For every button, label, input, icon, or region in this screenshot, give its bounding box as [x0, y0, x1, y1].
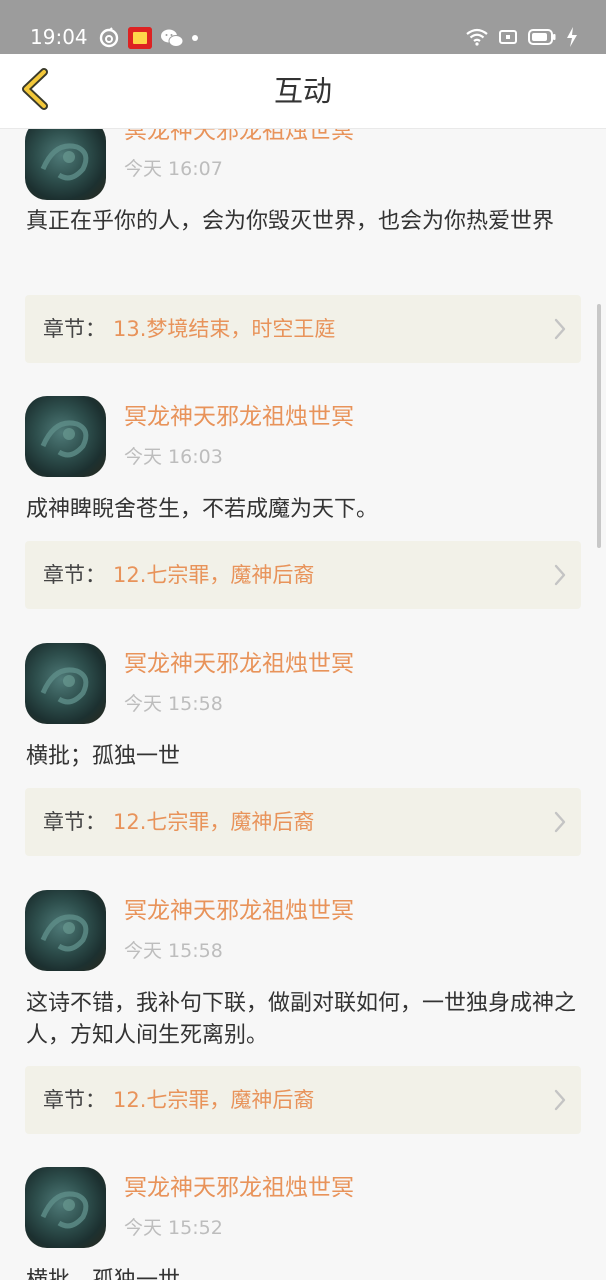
battery-icon [528, 28, 556, 46]
chapter-link[interactable]: 章节： 12.七宗罪，魔神后裔 [25, 541, 581, 609]
nav-bar: 互动 [0, 54, 606, 129]
notification-dot-icon [192, 35, 198, 41]
chapter-title: 12.七宗罪，魔神后裔 [113, 810, 315, 834]
username[interactable]: 冥龙神天邪龙祖烛世冥 [124, 129, 354, 146]
status-left-icons [98, 26, 198, 50]
username[interactable]: 冥龙神天邪龙祖烛世冥 [124, 402, 354, 432]
chapter-link[interactable]: 章节： 12.七宗罪，魔神后裔 [25, 788, 581, 856]
chapter-label: 章节： [43, 317, 106, 341]
avatar[interactable] [25, 129, 106, 200]
avatar[interactable] [25, 1167, 106, 1248]
chapter-link[interactable]: 章节： 12.七宗罪，魔神后裔 [25, 1066, 581, 1134]
comment-text: 成神睥睨舍苍生，不若成魔为天下。 [26, 497, 379, 522]
comment-text: 这诗不错，我补句下联，做副对联如何，一世独身成神之人，方知人间生死离别。 [26, 991, 577, 1048]
page-title: 互动 [273, 74, 332, 108]
status-bar: 19:04 [0, 0, 606, 54]
post-time: 今天 15:58 [124, 940, 223, 962]
comment-text: 横批；孤独一世 [26, 744, 181, 769]
chapter-title: 12.七宗罪，魔神后裔 [113, 563, 315, 587]
chevron-right-icon [554, 811, 566, 833]
post-time: 今天 15:58 [124, 693, 223, 715]
chapter-label: 章节： [43, 1088, 106, 1112]
comment-text: 横批，孤独一世 [26, 1265, 578, 1280]
comment-text: 真正在乎你的人，会为你毁灭世界，也会为你热爱世界 [26, 209, 555, 234]
netease-music-icon [98, 27, 120, 49]
username[interactable]: 冥龙神天邪龙祖烛世冥 [124, 896, 354, 926]
chapter-label: 章节： [43, 810, 106, 834]
username[interactable]: 冥龙神天邪龙祖烛世冥 [124, 649, 354, 679]
avatar[interactable] [25, 890, 106, 971]
chapter-label: 章节： [43, 563, 106, 587]
wifi-icon [466, 28, 488, 46]
username[interactable]: 冥龙神天邪龙祖烛世冥 [124, 1173, 354, 1203]
status-time: 19:04 [30, 25, 88, 49]
charging-icon [566, 27, 578, 47]
chevron-right-icon [554, 318, 566, 340]
status-right-icons [466, 24, 578, 50]
scrollbar[interactable] [597, 304, 601, 548]
comment-feed[interactable]: 冥龙神天邪龙祖烛世冥 今天 16:07 真正在乎你的人，会为你毁灭世界，也会为你… [0, 129, 606, 1280]
avatar[interactable] [25, 396, 106, 477]
chapter-link[interactable]: 章节： 13.梦境结束，时空王庭 [25, 295, 581, 363]
post-time: 今天 16:07 [124, 158, 223, 180]
chapter-title: 13.梦境结束，时空王庭 [113, 317, 336, 341]
post-time: 今天 15:52 [124, 1217, 223, 1239]
wechat-icon [160, 27, 184, 49]
post-time: 今天 16:03 [124, 446, 223, 468]
chapter-title: 12.七宗罪，魔神后裔 [113, 1088, 315, 1112]
app-badge-icon [128, 27, 152, 49]
screen-cast-icon [498, 28, 518, 46]
chevron-right-icon [554, 1089, 566, 1111]
chevron-right-icon [554, 564, 566, 586]
avatar[interactable] [25, 643, 106, 724]
